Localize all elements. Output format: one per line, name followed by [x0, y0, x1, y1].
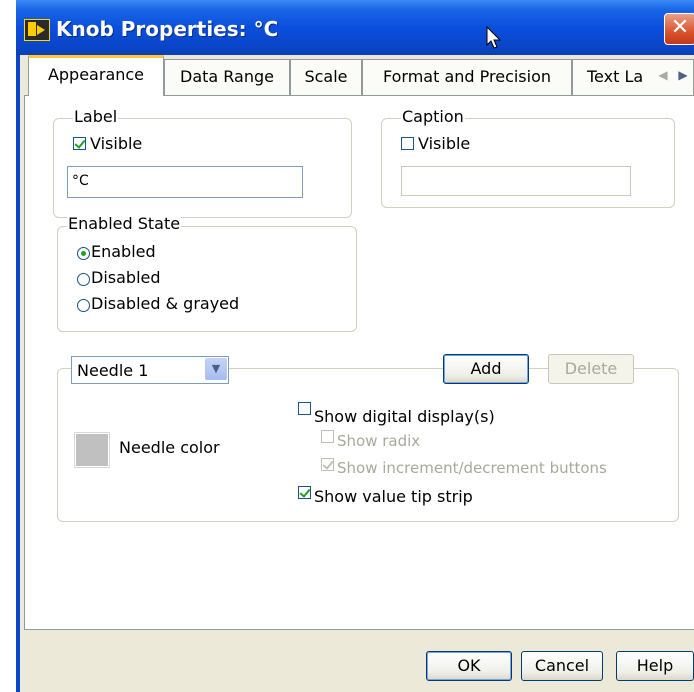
show-incdec-checkbox[interactable] — [321, 458, 334, 471]
disabled-radio-label: Disabled — [91, 268, 161, 287]
knob-properties-dialog: Knob Properties: °C ✕ Appearance Data Ra… — [16, 0, 694, 692]
labview-app-icon — [24, 19, 50, 41]
label-text-field[interactable]: °C — [67, 166, 303, 198]
disabled-grayed-radio[interactable] — [77, 299, 90, 312]
label-visible-label: Visible — [90, 134, 143, 153]
window-left-border — [16, 55, 20, 692]
show-digital-display-checkbox[interactable] — [298, 402, 311, 415]
tab-data-range[interactable]: Data Range — [164, 59, 290, 95]
title-bar[interactable]: Knob Properties: °C ✕ — [16, 0, 694, 55]
caption-text-field[interactable] — [401, 166, 631, 196]
needle-select-value: Needle 1 — [77, 361, 149, 380]
show-value-tip-label: Show value tip strip — [314, 487, 473, 506]
needle-color-label: Needle color — [119, 438, 220, 457]
tab-scale[interactable]: Scale — [290, 59, 362, 95]
cancel-button[interactable]: Cancel — [521, 651, 603, 681]
window-title: Knob Properties: °C — [56, 17, 279, 41]
caption-visible-label: Visible — [418, 134, 471, 153]
show-value-tip-checkbox[interactable] — [298, 486, 311, 499]
show-incdec-label: Show increment/decrement buttons — [337, 459, 607, 477]
caption-visible-checkbox[interactable] — [401, 137, 414, 150]
mouse-cursor-icon — [486, 26, 502, 49]
tab-scroll-right-icon[interactable]: ▶ — [676, 62, 690, 88]
needle-select[interactable]: Needle 1 ▼ — [71, 356, 229, 384]
appearance-panel: Label Visible °C Caption Visible Enabled… — [24, 95, 694, 630]
disabled-grayed-radio-label: Disabled & grayed — [91, 294, 240, 313]
tab-format-and-precision[interactable]: Format and Precision — [362, 59, 572, 95]
label-visible-checkbox[interactable] — [73, 137, 86, 150]
ok-button[interactable]: OK — [426, 651, 512, 681]
tab-scroll-left-icon[interactable]: ◀ — [656, 62, 670, 88]
show-radix-label: Show radix — [337, 432, 421, 450]
enabled-state-legend: Enabled State — [67, 214, 182, 233]
show-radix-checkbox[interactable] — [321, 430, 334, 443]
enabled-radio[interactable] — [77, 247, 90, 260]
close-button[interactable]: ✕ — [664, 13, 694, 45]
caption-group-legend: Caption — [401, 107, 465, 126]
needle-color-swatch[interactable] — [74, 432, 110, 468]
delete-button[interactable]: Delete — [548, 354, 634, 384]
show-digital-display-label: Show digital display(s) — [314, 407, 495, 426]
enabled-radio-label: Enabled — [91, 242, 156, 261]
add-button[interactable]: Add — [443, 354, 529, 384]
disabled-radio[interactable] — [77, 273, 90, 286]
chevron-down-icon[interactable]: ▼ — [205, 358, 227, 380]
label-group-legend: Label — [73, 107, 119, 126]
tab-appearance[interactable]: Appearance — [28, 55, 164, 96]
help-button[interactable]: Help — [616, 651, 694, 681]
